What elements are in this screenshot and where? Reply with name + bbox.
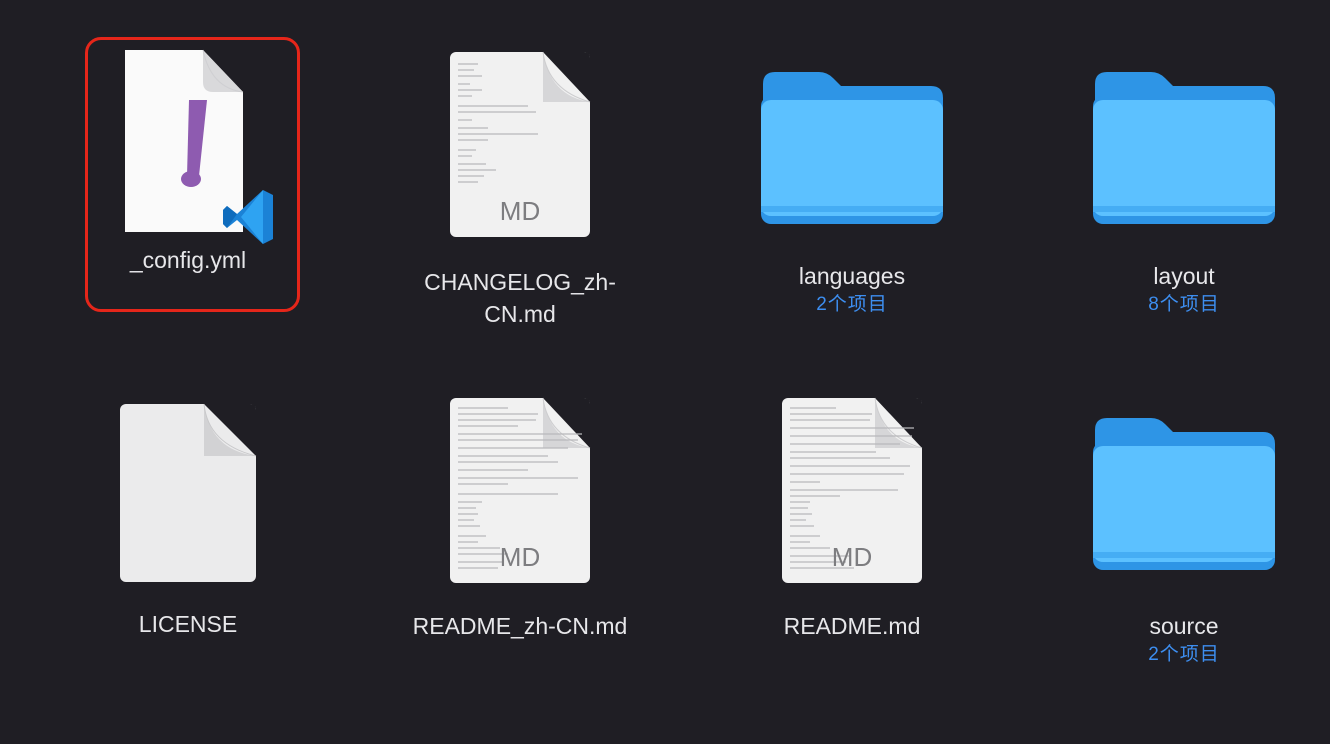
markdown-file-icon: MD: [448, 396, 593, 586]
folder-item-count: 2个项目: [1148, 644, 1220, 665]
md-badge: MD: [831, 542, 873, 572]
blank-file-icon: [118, 402, 258, 584]
folder-name-label: layout: [1153, 263, 1215, 289]
file-readme-md[interactable]: MD README.md: [722, 396, 982, 642]
yaml-file-vscode-icon: [103, 48, 275, 248]
finder-icon-grid: _config.yml MD CHANGELOG_zh-CN.md langua…: [0, 0, 1330, 744]
folder-icon: [1091, 414, 1277, 574]
folder-name-label: source: [1149, 613, 1219, 639]
folder-item-count: 2个项目: [816, 294, 888, 315]
file-name-label: README.md: [783, 613, 921, 639]
folder-item-count: 8个项目: [1148, 294, 1220, 315]
file-changelog-md[interactable]: MD CHANGELOG_zh-CN.md: [390, 50, 650, 330]
folder-name-label: languages: [798, 263, 906, 289]
folder-icon: [759, 68, 945, 228]
file-name-label: _config.yml: [129, 247, 247, 273]
md-badge: MD: [499, 196, 541, 226]
file-config-yml[interactable]: _config.yml: [58, 48, 318, 276]
file-name-label: LICENSE: [138, 611, 238, 637]
md-badge: MD: [499, 542, 541, 572]
file-license[interactable]: LICENSE: [58, 402, 318, 640]
markdown-file-icon: MD: [448, 50, 593, 240]
markdown-file-icon: MD: [780, 396, 925, 586]
folder-source[interactable]: source 2个项目: [1054, 414, 1314, 668]
folder-icon: [1091, 68, 1277, 228]
folder-layout[interactable]: layout 8个项目: [1054, 68, 1314, 318]
file-name-label: CHANGELOG_zh-CN.md: [424, 269, 616, 327]
folder-languages[interactable]: languages 2个项目: [722, 68, 982, 318]
file-name-label: README_zh-CN.md: [412, 613, 628, 639]
file-readme-zh-md[interactable]: MD README_zh-CN.md: [390, 396, 650, 642]
